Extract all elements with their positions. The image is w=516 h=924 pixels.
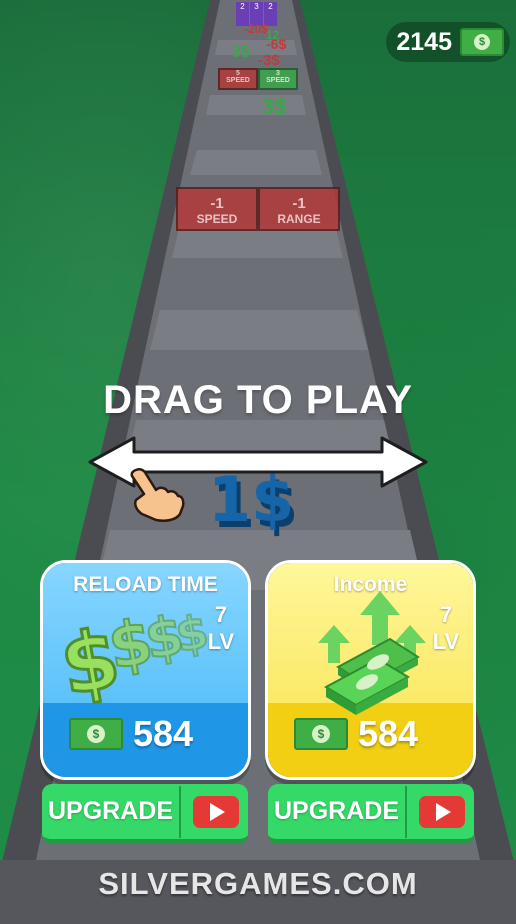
floating-value: 3$ [262, 94, 287, 119]
video-ad-icon [419, 795, 465, 828]
money-value: 2145 [396, 27, 452, 56]
gate-value: -1 [292, 195, 306, 212]
upgrade-reload-button[interactable]: UPGRADE [42, 784, 248, 844]
price-value: 584 [358, 713, 419, 754]
upgrade-label: UPGRADE [48, 797, 174, 825]
floating-value: -20$ [244, 22, 269, 36]
floating-value: -3$ [258, 52, 280, 69]
gate-label: SPEED [196, 212, 238, 226]
gate-value: 5 [236, 70, 240, 77]
dollar-signs-icon: $ $ $ $ [61, 602, 213, 707]
player-value: 1$ [208, 463, 295, 536]
hand-pointer-icon [130, 467, 185, 522]
gate-far: 5 SPEED [218, 68, 258, 90]
money-counter: 2145 $ [386, 22, 510, 62]
upgrade-income-button[interactable]: UPGRADE [268, 784, 474, 844]
upgrade-label: UPGRADE [274, 797, 400, 825]
gate-label: RANGE [277, 212, 321, 226]
floating-value: -6$ [266, 36, 287, 52]
floating-value: 3$ [232, 44, 250, 61]
income-card[interactable]: Income 7 LV $ 584 [265, 560, 476, 780]
gate-range: -1 RANGE [258, 187, 340, 231]
dollar-bill-icon: $ [69, 718, 123, 750]
site-watermark: SILVERGAMES.COM [98, 866, 418, 901]
dollar-bill-icon: $ [294, 718, 348, 750]
video-ad-icon [193, 795, 239, 828]
price: $ 584 [69, 713, 193, 755]
gate-speed: -1 SPEED [176, 187, 258, 231]
price-value: 584 [133, 713, 194, 754]
cash-stack-icon [318, 591, 426, 715]
card-title: RELOAD TIME [73, 573, 218, 596]
reload-time-card[interactable]: RELOAD TIME 7 LV $ $ $ $ $ 584 [40, 560, 251, 780]
gate-label: SPEED [226, 77, 250, 84]
gate-far: 3 SPEED [258, 68, 298, 90]
gate-value: 3 [276, 70, 280, 77]
drag-to-play-text: DRAG TO PLAY [103, 378, 413, 422]
dollar-bill-icon: $ [460, 28, 504, 56]
gate-label: SPEED [266, 77, 290, 84]
price: $ 584 [294, 713, 418, 755]
gate-value: -1 [210, 195, 224, 212]
